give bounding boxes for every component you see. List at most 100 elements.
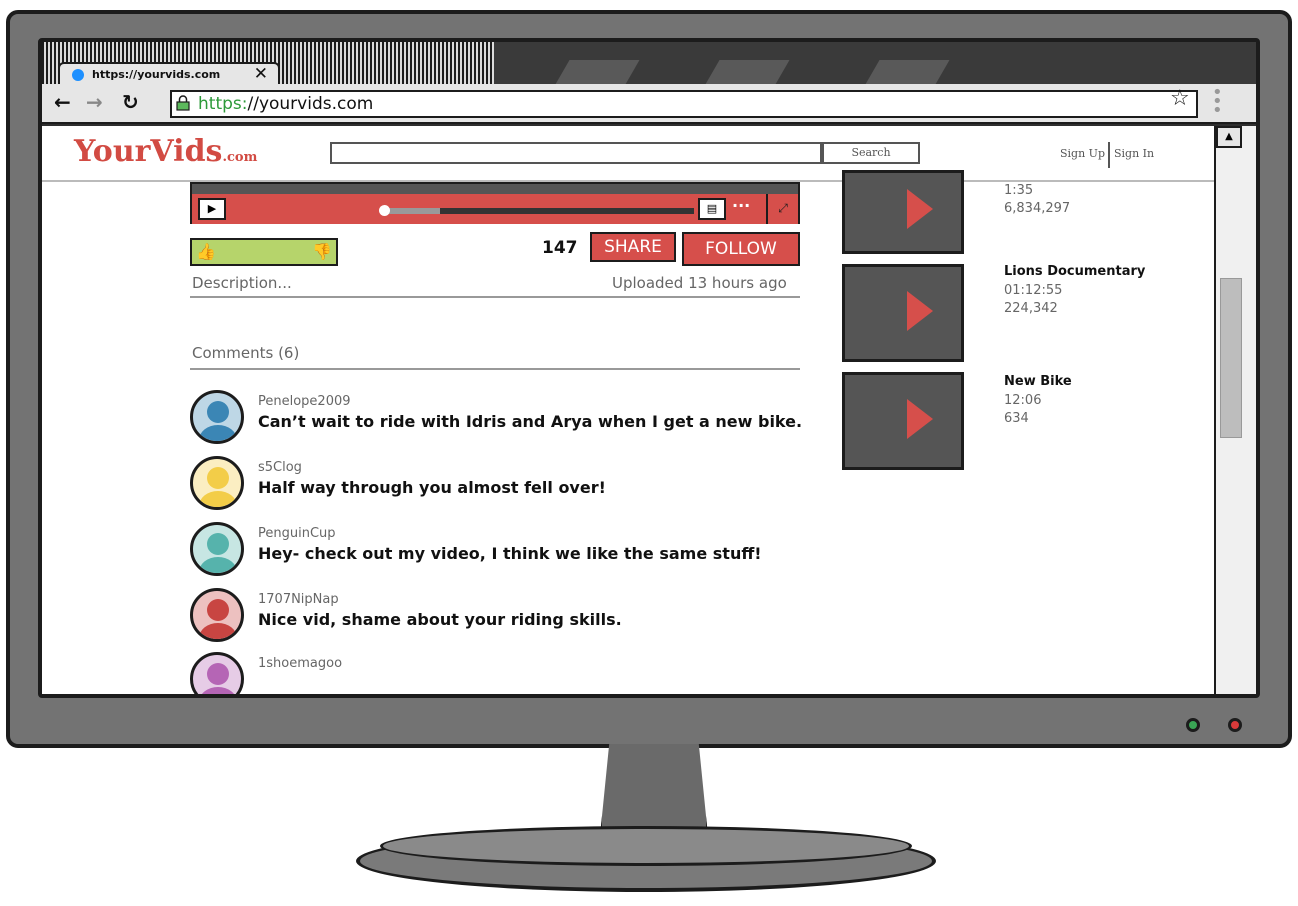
comment-item: s5Clog Half way through you almost fell … xyxy=(190,456,870,516)
monitor-stand-base-top xyxy=(380,826,912,866)
share-button[interactable]: SHARE xyxy=(590,232,676,262)
thumbs-up-icon[interactable]: 👍 xyxy=(196,242,216,261)
comment-item: Penelope2009 Can’t wait to ride with Idr… xyxy=(190,390,870,450)
video-player[interactable]: ▶ ▤ ··· ⤢ xyxy=(190,182,800,224)
power-led-red xyxy=(1228,718,1242,732)
tab-slot xyxy=(554,60,640,86)
play-triangle-icon xyxy=(907,189,933,229)
comment-item: 1shoemagoo xyxy=(190,652,870,694)
avatar[interactable] xyxy=(190,390,244,444)
sign-in-link[interactable]: Sign In xyxy=(1114,147,1154,160)
sign-up-link[interactable]: Sign Up xyxy=(1060,147,1105,160)
scrollbar-thumb[interactable] xyxy=(1220,278,1242,438)
comment-username[interactable]: PenguinCup xyxy=(258,526,336,541)
scroll-up-icon[interactable]: ▲ xyxy=(1216,126,1242,148)
related-duration: 12:06 xyxy=(1004,393,1042,408)
more-options-icon[interactable]: ··· xyxy=(732,196,750,215)
reload-icon[interactable]: ↻ xyxy=(122,90,139,114)
browser-tab[interactable]: https://yourvids.com ✕ xyxy=(58,62,280,86)
logo-suffix: .com xyxy=(222,150,258,165)
back-arrow-icon[interactable]: ← xyxy=(54,90,71,114)
url-host: //yourvids.com xyxy=(247,94,374,114)
play-triangle-icon xyxy=(907,399,933,439)
avatar[interactable] xyxy=(190,588,244,642)
avatar-body xyxy=(199,491,237,507)
video-description[interactable]: Description... xyxy=(192,274,292,292)
related-duration: 1:35 xyxy=(1004,183,1034,198)
tab-title: https://yourvids.com xyxy=(92,68,221,81)
fullscreen-icon[interactable]: ⤢ xyxy=(766,194,798,224)
progress-knob[interactable] xyxy=(379,205,391,216)
logo-main: YourVids xyxy=(74,134,223,169)
avatar-head xyxy=(207,401,229,423)
comment-text: Hey- check out my video, I think we like… xyxy=(258,544,762,563)
captions-icon[interactable]: ▤ xyxy=(698,198,726,220)
avatar[interactable] xyxy=(190,456,244,510)
related-video-thumbnail[interactable] xyxy=(842,372,964,470)
star-icon[interactable]: ☆ xyxy=(1170,86,1190,111)
related-duration: 01:12:55 xyxy=(1004,283,1063,298)
lock-icon xyxy=(176,95,190,111)
comment-text: Nice vid, shame about your riding skills… xyxy=(258,610,622,629)
related-title[interactable]: Lions Documentary xyxy=(1004,264,1145,279)
comment-text: Half way through you almost fell over! xyxy=(258,478,606,497)
rating-bar: 👍 👎 xyxy=(190,238,338,266)
url-scheme: https: xyxy=(198,94,248,114)
progress-played xyxy=(232,208,385,214)
play-triangle-icon xyxy=(907,291,933,331)
url-input[interactable]: https://yourvids.com xyxy=(170,90,1198,118)
avatar-head xyxy=(207,467,229,489)
upload-time: Uploaded 13 hours ago xyxy=(612,274,787,292)
site-logo[interactable]: YourVids.com xyxy=(74,134,257,169)
browser-address-bar: ← → ↻ https://yourvids.com ☆ • • • xyxy=(42,84,1256,124)
divider xyxy=(190,296,800,298)
comment-item: 1707NipNap Nice vid, shame about your ri… xyxy=(190,588,870,648)
comment-username[interactable]: s5Clog xyxy=(258,460,302,475)
page-scrollbar[interactable]: ▲ xyxy=(1214,126,1256,694)
comment-username[interactable]: 1shoemagoo xyxy=(258,656,342,671)
avatar-body xyxy=(199,425,237,441)
comment-item: PenguinCup Hey- check out my video, I th… xyxy=(190,522,870,582)
monitor-screen: https://yourvids.com ✕ ← → ↻ https://you… xyxy=(38,38,1260,698)
webpage: ▶ ▤ ··· ⤢ YourVids.com Search Sign Up Si… xyxy=(42,126,1256,694)
tab-favicon-icon xyxy=(72,69,84,81)
avatar-body xyxy=(199,687,237,694)
like-count: 147 xyxy=(542,238,578,258)
avatar-body xyxy=(199,623,237,639)
comment-username[interactable]: Penelope2009 xyxy=(258,394,351,409)
tab-slot xyxy=(704,60,790,86)
url-text: https://yourvids.com xyxy=(198,94,373,114)
power-led-green xyxy=(1186,718,1200,732)
comments-heading: Comments (6) xyxy=(192,344,300,362)
player-controls: ▶ ▤ ··· ⤢ xyxy=(192,194,798,224)
related-views: 634 xyxy=(1004,411,1029,426)
comment-text: Can’t wait to ride with Idris and Arya w… xyxy=(258,412,803,431)
related-views: 6,834,297 xyxy=(1004,201,1071,216)
forward-arrow-icon[interactable]: → xyxy=(86,90,103,114)
browser-tab-bar: https://yourvids.com ✕ xyxy=(42,42,1256,86)
play-button[interactable]: ▶ xyxy=(198,198,226,220)
tab-slot xyxy=(864,60,950,86)
related-video-thumbnail[interactable] xyxy=(842,170,964,254)
avatar-head xyxy=(207,599,229,621)
follow-button[interactable]: FOLLOW xyxy=(682,232,800,266)
avatar[interactable] xyxy=(190,652,244,694)
search-input[interactable] xyxy=(330,142,822,164)
progress-track[interactable] xyxy=(232,205,694,216)
related-video-thumbnail[interactable] xyxy=(842,264,964,362)
search-button[interactable]: Search xyxy=(822,142,920,164)
avatar-head xyxy=(207,663,229,685)
header-divider xyxy=(1108,142,1110,168)
thumbs-down-icon[interactable]: 👎 xyxy=(312,242,332,261)
related-views: 224,342 xyxy=(1004,301,1058,316)
comment-username[interactable]: 1707NipNap xyxy=(258,592,339,607)
tab-close-icon[interactable]: ✕ xyxy=(254,64,268,84)
avatar-head xyxy=(207,533,229,555)
site-header: YourVids.com Search Sign Up Sign In xyxy=(42,126,1214,182)
avatar-body xyxy=(199,557,237,573)
related-title[interactable]: New Bike xyxy=(1004,374,1072,389)
avatar[interactable] xyxy=(190,522,244,576)
kebab-menu-icon[interactable]: • • • xyxy=(1212,84,1223,120)
progress-buffered xyxy=(384,208,441,214)
divider xyxy=(190,368,800,370)
